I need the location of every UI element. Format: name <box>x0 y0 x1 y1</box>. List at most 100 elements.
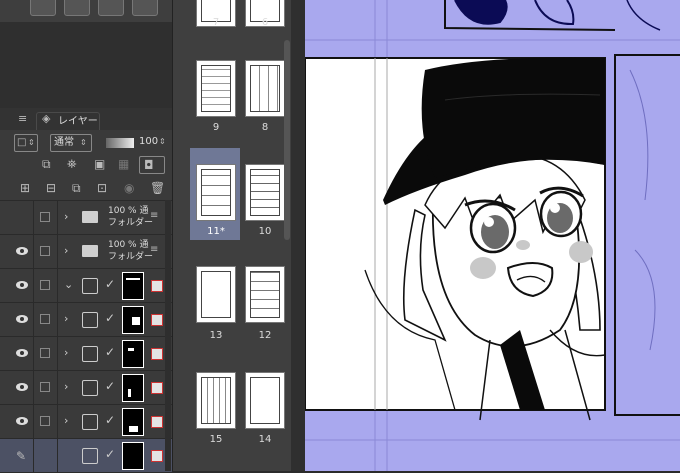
chevron-down-icon[interactable]: ⌄ <box>64 278 73 291</box>
page-thumbnail[interactable] <box>196 60 236 117</box>
mask-icon: ◘ <box>144 158 154 172</box>
eye-icon[interactable] <box>15 280 29 290</box>
layer-row[interactable]: › ✓ <box>0 370 172 405</box>
page-thumbnail[interactable] <box>196 372 236 429</box>
layer-color-button[interactable]: □ ⇕ <box>14 134 38 152</box>
mask-toggle-button[interactable]: ◘ <box>139 156 165 174</box>
eye-icon[interactable] <box>15 416 29 426</box>
layer-thumbnail <box>122 442 144 470</box>
page-label: 14 <box>258 434 272 445</box>
layer-check[interactable] <box>40 348 50 358</box>
copy-layer-icon[interactable]: ⧉ <box>72 181 81 195</box>
layer-row-selected[interactable]: ✎ ✓ <box>0 438 172 473</box>
eye-icon[interactable] <box>15 382 29 392</box>
page-thumbnail[interactable] <box>245 266 285 323</box>
mask-off-icon[interactable] <box>151 280 163 292</box>
layer-action-row: ⊞ ⊟ ⧉ ⊡ ◉ 🗑 <box>0 178 172 200</box>
clip-icon[interactable]: ⧉ <box>42 157 51 171</box>
page-label: 6 <box>261 17 269 28</box>
layer-row[interactable]: › ✓ <box>0 336 172 371</box>
page-label: 9 <box>212 122 220 133</box>
page-thumbnail[interactable] <box>245 60 285 117</box>
layer-row[interactable]: ⌄ ✓ <box>0 268 172 303</box>
chevron-right-icon[interactable]: › <box>64 346 68 359</box>
menu-icon[interactable]: ≡ <box>18 112 27 126</box>
drag-handle-icon[interactable]: ≡ <box>150 243 158 257</box>
mask-off-icon[interactable] <box>151 348 163 360</box>
check-icon: ✓ <box>105 345 116 359</box>
adjustment-layer-icon <box>82 312 98 328</box>
opacity-slider[interactable] <box>106 138 134 148</box>
layer-mask-icon[interactable]: ◉ <box>124 181 134 195</box>
layer-panel-title: レイヤー <box>58 116 98 127</box>
chevron-right-icon[interactable]: › <box>64 414 68 427</box>
chevron-right-icon[interactable]: › <box>64 244 68 257</box>
adjustment-layer-icon <box>82 414 98 430</box>
chevron-right-icon[interactable]: › <box>64 380 68 393</box>
mask-off-icon[interactable] <box>151 450 163 462</box>
layer-check[interactable] <box>40 212 50 222</box>
panel-gap <box>0 22 172 108</box>
layer-check[interactable] <box>40 416 50 426</box>
opacity-value[interactable]: 100 <box>139 135 158 149</box>
blend-mode-select[interactable]: 通常 ⇕ <box>50 134 92 152</box>
layer-scrollbar[interactable] <box>165 200 171 471</box>
mask-off-icon[interactable] <box>151 314 163 326</box>
pen-icon: ✎ <box>16 449 27 463</box>
layer-thumbnail <box>122 306 144 334</box>
page-thumbnail[interactable] <box>196 164 236 221</box>
layer-name: フォルダー <box>108 218 154 228</box>
drag-handle-icon[interactable]: ≡ <box>150 209 158 223</box>
layer-info: 100 % 通 フォルダー <box>108 205 153 229</box>
mask-off-icon[interactable] <box>151 382 163 394</box>
move-tool-button[interactable] <box>30 0 56 16</box>
pen-tool-button[interactable] <box>132 0 158 16</box>
stepper-icon: ⇕ <box>28 138 35 147</box>
tool-buttons-bar <box>0 0 172 22</box>
eye-icon[interactable] <box>15 246 29 256</box>
merge-down-icon[interactable]: ⊡ <box>97 181 107 195</box>
page-label: 8 <box>261 122 269 133</box>
select-tool-button[interactable] <box>98 0 124 16</box>
opacity-stepper-icon[interactable]: ⇕ <box>159 135 166 149</box>
layer-row[interactable]: › ✓ <box>0 404 172 439</box>
layer-panel-header: ≡ ◈ レイヤー <box>0 108 172 131</box>
layer-thumbnail <box>122 272 144 300</box>
layer-check[interactable] <box>40 314 50 324</box>
delete-layer-icon[interactable]: 🗑 <box>150 181 165 195</box>
layer-row[interactable]: › ✓ <box>0 302 172 337</box>
check-icon: ✓ <box>105 413 116 427</box>
layer-row[interactable]: › 100 % 通 フォルダー ≡ <box>0 234 172 269</box>
page-thumbnail[interactable] <box>245 164 285 221</box>
mask-off-icon[interactable] <box>151 416 163 428</box>
layer-info: 100 % 通 フォルダー <box>108 239 153 263</box>
layer-move-tool-button[interactable] <box>64 0 90 16</box>
adjustment-layer-icon <box>82 346 98 362</box>
layers-icon: ◈ <box>42 112 51 125</box>
layer-check[interactable] <box>40 280 50 290</box>
new-raster-layer-icon[interactable]: ⊞ <box>20 181 30 195</box>
page-thumbnail[interactable] <box>245 372 285 429</box>
new-folder-icon[interactable]: ⊟ <box>46 181 56 195</box>
chevron-right-icon[interactable]: › <box>64 210 68 223</box>
drawing-canvas[interactable] <box>305 0 680 471</box>
pages-scrollbar[interactable] <box>284 40 290 240</box>
page-thumbnail[interactable] <box>196 266 236 323</box>
layer-row[interactable]: › 100 % 通 フォルダー ≡ <box>0 200 172 235</box>
eye-icon[interactable] <box>15 314 29 324</box>
eye-icon[interactable] <box>15 348 29 358</box>
layer-check[interactable] <box>40 382 50 392</box>
lock-icon[interactable]: ▣ <box>94 157 105 171</box>
check-icon: ✓ <box>105 277 116 291</box>
reference-icon[interactable]: ⛯ <box>67 157 77 171</box>
layer-control-row: □ ⇕ 通常 ⇕ 100 ⇕ <box>0 130 172 156</box>
page-label: 7 <box>212 17 220 28</box>
layer-check[interactable] <box>40 246 50 256</box>
lock-alpha-icon[interactable]: ▦ <box>118 157 129 171</box>
panel-divider[interactable] <box>291 0 305 471</box>
page-label: 13 <box>209 330 223 341</box>
page-label: 11* <box>207 226 225 237</box>
chevron-right-icon[interactable]: › <box>64 312 68 325</box>
layer-blend: 通 <box>139 206 149 216</box>
blend-mode-value: 通常 <box>54 137 74 148</box>
